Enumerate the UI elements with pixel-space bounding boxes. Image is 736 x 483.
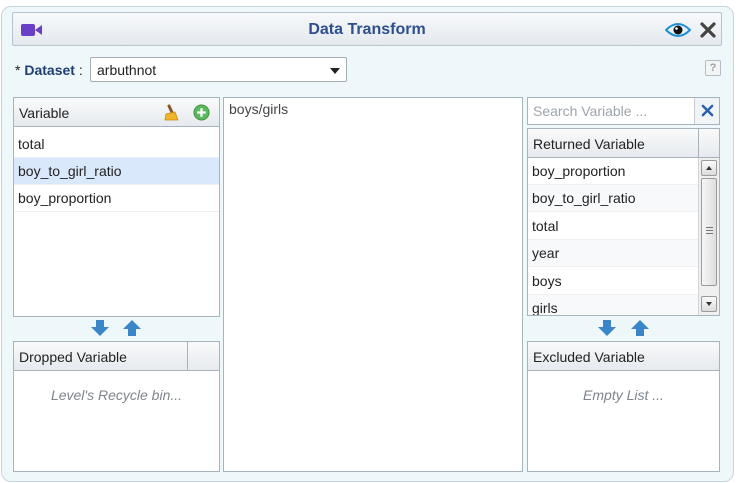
variable-item-total[interactable]: total <box>14 131 219 158</box>
dropped-panel-header: Dropped Variable <box>14 342 219 371</box>
window-title: Data Transform <box>308 21 426 38</box>
required-mark: * <box>15 62 21 78</box>
dataset-select-value: arbuthnot <box>97 62 157 78</box>
variable-panel-header: Variable <box>14 98 219 127</box>
returned-list: boy_proportion boy_to_girl_ratio total y… <box>528 158 698 315</box>
arrow-up-icon[interactable] <box>630 319 650 337</box>
scroll-down-button[interactable] <box>701 296 717 312</box>
excluded-empty-message: Empty List ... <box>583 387 664 403</box>
variable-panel: Variable total boy_to_girl_ratio boy_pro… <box>13 97 220 317</box>
dataset-colon: : <box>78 62 83 78</box>
scroll-thumb[interactable] <box>701 178 717 286</box>
variable-item-boy-proportion[interactable]: boy_proportion <box>14 185 219 212</box>
returned-item-boy-to-girl-ratio[interactable]: boy_to_girl_ratio <box>528 185 698 212</box>
close-icon[interactable] <box>699 21 717 39</box>
returned-item-total[interactable]: total <box>528 213 698 240</box>
variable-header-label: Variable <box>19 105 70 121</box>
triangle-down-icon <box>706 302 712 306</box>
triangle-up-icon <box>706 166 712 170</box>
returned-panel: Returned Variable boy_proportion boy_to_… <box>527 128 720 316</box>
excluded-panel: Excluded Variable Empty List ... <box>527 341 720 472</box>
returned-scrollbar[interactable] <box>698 158 719 315</box>
arrow-down-icon[interactable] <box>90 319 110 337</box>
excluded-header-label: Excluded Variable <box>533 349 645 365</box>
broom-icon[interactable] <box>162 103 180 121</box>
title-bar: Data Transform <box>12 12 722 46</box>
returned-panel-header: Returned Variable <box>528 129 719 158</box>
returned-item-year[interactable]: year <box>528 240 698 267</box>
help-icon[interactable]: ? <box>705 60 721 76</box>
returned-item-boy-proportion[interactable]: boy_proportion <box>528 158 698 185</box>
variable-item-boy-to-girl-ratio[interactable]: boy_to_girl_ratio <box>14 158 219 185</box>
variable-list: total boy_to_girl_ratio boy_proportion <box>14 131 219 316</box>
grip-line <box>706 227 713 228</box>
grip-line <box>706 233 713 234</box>
arrow-down-icon[interactable] <box>597 319 617 337</box>
excluded-panel-header: Excluded Variable <box>528 342 719 371</box>
arrow-up-icon[interactable] <box>122 319 142 337</box>
expression-text: boys/girls <box>229 101 289 117</box>
dataset-label-text: Dataset <box>24 62 75 78</box>
dropped-header-label: Dropped Variable <box>19 349 127 365</box>
search-clear-button[interactable] <box>694 98 719 124</box>
chevron-down-icon <box>330 68 340 74</box>
returned-header-label: Returned Variable <box>533 136 645 152</box>
dataset-select[interactable]: arbuthnot <box>90 57 347 82</box>
returned-item-boys[interactable]: boys <box>528 268 698 295</box>
search-input[interactable] <box>528 98 694 124</box>
dropped-empty-message: Level's Recycle bin... <box>50 387 183 403</box>
grip-line <box>706 230 713 231</box>
plus-circle-icon[interactable] <box>193 104 210 121</box>
header-divider <box>187 342 188 370</box>
expression-area[interactable]: boys/girls <box>223 97 523 472</box>
header-divider <box>698 129 699 157</box>
returned-item-girls[interactable]: girls <box>528 295 698 315</box>
scroll-up-button[interactable] <box>701 160 717 176</box>
x-icon <box>701 104 714 117</box>
dataset-label: * Dataset : <box>15 62 83 78</box>
eye-icon[interactable] <box>665 21 691 39</box>
search-box <box>527 97 720 125</box>
dropped-panel: Dropped Variable Level's Recycle bin... <box>13 341 220 472</box>
